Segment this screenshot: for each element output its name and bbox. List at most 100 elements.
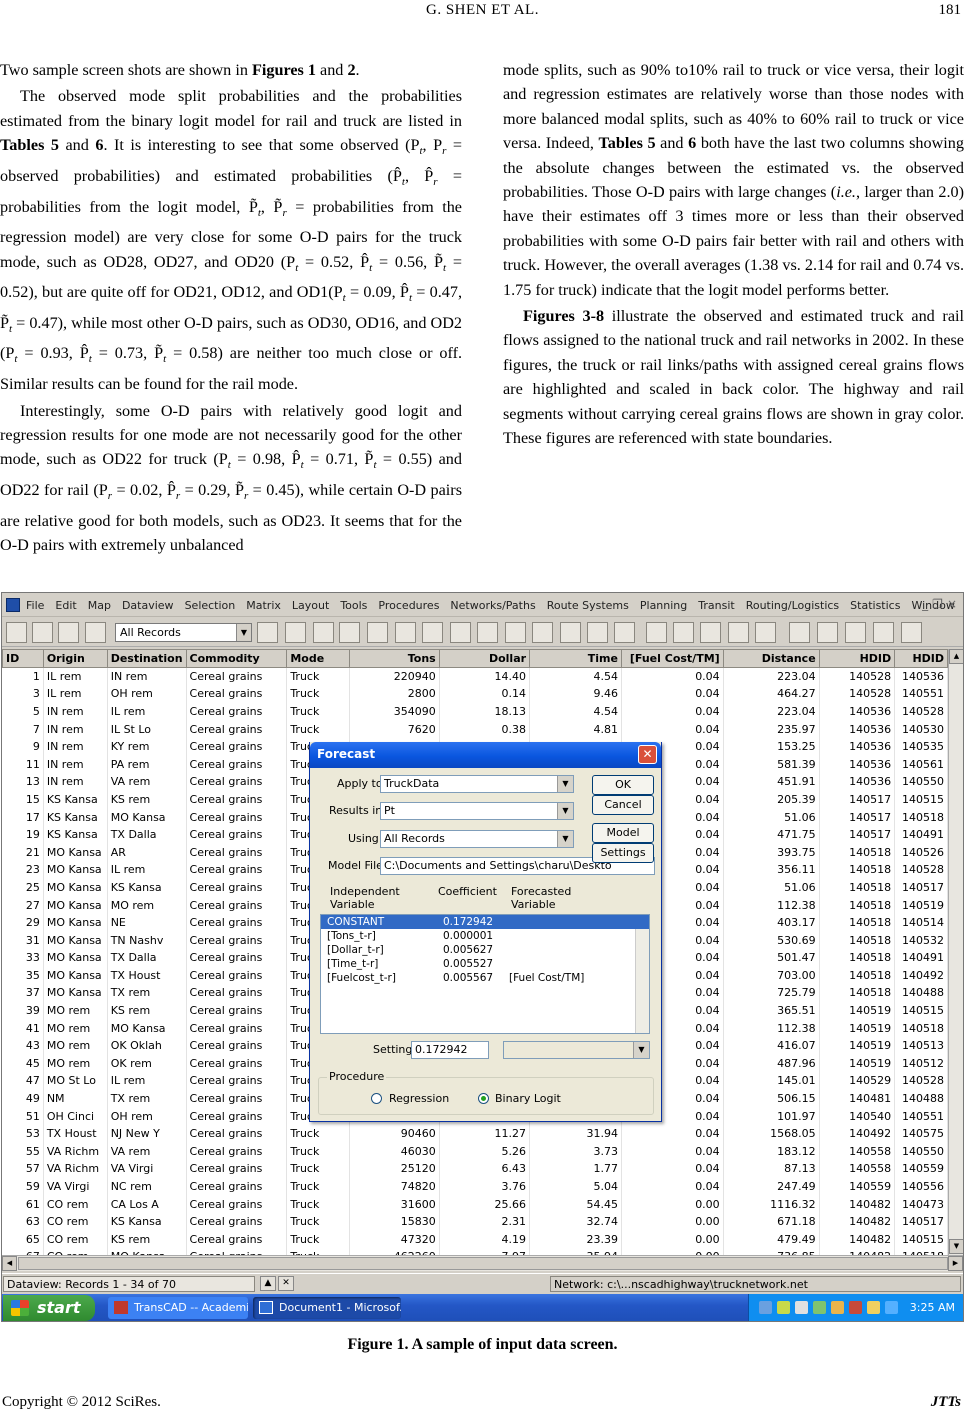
list-item[interactable]: [Time_t-r] 0.005527 — [321, 957, 649, 971]
close-dataview-icon[interactable]: ✕ — [278, 1276, 294, 1291]
menu-item-edit[interactable]: Edit — [55, 599, 76, 612]
menu-item-networks-paths[interactable]: Networks/Paths — [450, 599, 535, 612]
task-word[interactable]: Document1 - Microsof... — [253, 1297, 401, 1319]
tray-folder-icon[interactable] — [867, 1301, 880, 1314]
task-transcad[interactable]: TransCAD -- Academi... — [108, 1297, 248, 1319]
table-row[interactable]: 63 CO rem KS Kansa Cereal grains Truck 15830 2… — [2, 1212, 948, 1231]
menu-item-file[interactable]: File — [26, 599, 44, 612]
column-header[interactable]: Dollar — [438, 649, 531, 668]
tray-app-icon[interactable] — [777, 1301, 790, 1314]
delete-icon[interactable] — [477, 622, 498, 643]
chart-icon[interactable] — [285, 622, 306, 643]
print-icon[interactable] — [85, 622, 106, 643]
fill-icon[interactable] — [646, 622, 667, 643]
scroll-up-icon[interactable]: ▲ — [949, 649, 963, 664]
vertical-scrollbar[interactable]: ▲ ▼ — [948, 649, 963, 1255]
table-row[interactable]: 53 TX Houst NJ New Y Cereal grains Truck 9046… — [2, 1124, 948, 1143]
chevron-down-icon[interactable]: ▼ — [557, 776, 573, 792]
list-item[interactable]: [Tons_t-r] 0.000001 — [321, 929, 649, 943]
chevron-down-icon[interactable]: ▼ — [557, 803, 573, 819]
formula-icon[interactable] — [505, 622, 526, 643]
scroll-right-icon[interactable]: ▶ — [948, 1256, 963, 1271]
horizontal-scrollbar[interactable]: ◀ ▶ — [2, 1255, 963, 1271]
chevron-down-icon[interactable]: ▼ — [557, 831, 573, 847]
grid-icon[interactable] — [257, 622, 278, 643]
text-icon[interactable] — [614, 622, 635, 643]
table-row[interactable]: 7 IN rem IL St Lo Cereal grains Truck 7620 0.3… — [2, 720, 948, 738]
tray-shield-icon[interactable] — [813, 1301, 826, 1314]
stars-icon[interactable] — [367, 622, 388, 643]
scissors-icon[interactable] — [422, 622, 443, 643]
column-header[interactable]: Tons — [349, 649, 440, 668]
settings-select[interactable]: ▼ — [503, 1041, 650, 1059]
menu-item-routing-logistics[interactable]: Routing/Logistics — [746, 599, 839, 612]
menu-item-layout[interactable]: Layout — [292, 599, 329, 612]
settings-button[interactable]: Settings — [592, 843, 654, 863]
clock[interactable]: 3:25 AM — [910, 1301, 955, 1314]
dots-icon[interactable] — [339, 622, 360, 643]
cancel-button[interactable]: Cancel — [592, 795, 654, 815]
menu-item-dataview[interactable]: Dataview — [122, 599, 174, 612]
column-header[interactable]: Origin — [42, 649, 108, 668]
table-row[interactable]: 61 CO rem CA Los A Cereal grains Truck 31600 2… — [2, 1195, 948, 1213]
column-header[interactable]: Destination — [106, 649, 187, 668]
stop-icon[interactable] — [755, 622, 776, 643]
menu-item-procedures[interactable]: Procedures — [378, 599, 439, 612]
model-button[interactable]: Model — [592, 823, 654, 843]
column-header[interactable]: Time — [529, 649, 622, 668]
columns-icon[interactable] — [560, 622, 581, 643]
sort-icon[interactable] — [532, 622, 553, 643]
menu-item-route-systems[interactable]: Route Systems — [547, 599, 629, 612]
list-item[interactable]: [Fuelcost_t-r] 0.005567 [Fuel Cost/TM] — [321, 971, 649, 985]
menu-item-selection[interactable]: Selection — [185, 599, 236, 612]
table-row[interactable]: 65 CO rem KS rem Cereal grains Truck 47320 4.1… — [2, 1230, 948, 1249]
tray-alert-icon[interactable] — [849, 1301, 862, 1314]
regression-radio[interactable] — [371, 1093, 382, 1104]
network-icon[interactable] — [759, 1301, 772, 1314]
list-icon[interactable] — [817, 622, 838, 643]
table-row[interactable]: 59 VA Virgi NC rem Cereal grains Truck 74820 3… — [2, 1177, 948, 1196]
hatch-icon[interactable] — [313, 622, 334, 643]
tray-update-icon[interactable] — [831, 1301, 844, 1314]
column-header[interactable]: Distance — [722, 649, 820, 668]
ok-button[interactable]: OK — [592, 775, 654, 795]
list-item[interactable]: CONSTANT 0.172942 — [321, 915, 649, 929]
dialog-close-icon[interactable]: ✕ — [638, 745, 657, 764]
table-row[interactable]: 67CO remMO KansaCereal grainsTruck462260… — [2, 1248, 948, 1255]
results-in-select[interactable]: Pt ▼ — [380, 802, 574, 820]
using-select[interactable]: All Records ▼ — [380, 830, 574, 848]
tools-icon[interactable] — [395, 622, 416, 643]
pin-icon[interactable] — [873, 622, 894, 643]
expand-icon[interactable] — [673, 622, 694, 643]
column-header[interactable]: ID — [2, 649, 44, 668]
column-header[interactable]: HDID — [818, 649, 896, 668]
column-header[interactable]: HDID — [894, 649, 948, 668]
table-row[interactable]: 3 IL rem OH rem Cereal grains Truck 2800 0.14 9… — [2, 685, 948, 703]
close-icon[interactable]: × — [947, 597, 957, 611]
record-set-select[interactable]: All Records ▼ — [115, 623, 252, 642]
minimize-icon[interactable]: _ — [922, 597, 928, 611]
table-row[interactable]: 55 VA Richm VA rem Cereal grains Truck 46030 5… — [2, 1142, 948, 1161]
chevron-down-icon[interactable]: ▼ — [633, 1042, 649, 1058]
table-icon[interactable] — [789, 622, 810, 643]
menu-item-map[interactable]: Map — [88, 599, 111, 612]
list-item[interactable]: [Dollar_t-r] 0.005627 — [321, 943, 649, 957]
menu-item-matrix[interactable]: Matrix — [246, 599, 281, 612]
settings-input[interactable]: 0.172942 — [411, 1041, 489, 1059]
menu-item-statistics[interactable]: Statistics — [850, 599, 900, 612]
start-button[interactable]: start — [3, 1295, 95, 1321]
edit-icon[interactable] — [845, 622, 866, 643]
table-row[interactable]: 57 VA Richm VA Virgi Cereal grains Truck 2512… — [2, 1160, 948, 1178]
add-icon[interactable] — [728, 622, 749, 643]
chevron-down-icon[interactable]: ▼ — [236, 624, 251, 641]
swap-icon[interactable] — [450, 622, 471, 643]
variables-list[interactable]: CONSTANT 0.172942 [Tons_t-r] 0.000001 [Dolla… — [320, 914, 650, 1034]
tray-info-icon[interactable] — [885, 1301, 898, 1314]
save-icon[interactable] — [58, 622, 79, 643]
column-header[interactable]: Commodity — [185, 649, 288, 668]
open-icon[interactable] — [32, 622, 53, 643]
layers-icon[interactable] — [901, 622, 922, 643]
scroll-thumb[interactable] — [18, 1257, 948, 1270]
menu-item-transit[interactable]: Transit — [698, 599, 734, 612]
menu-item-planning[interactable]: Planning — [640, 599, 687, 612]
